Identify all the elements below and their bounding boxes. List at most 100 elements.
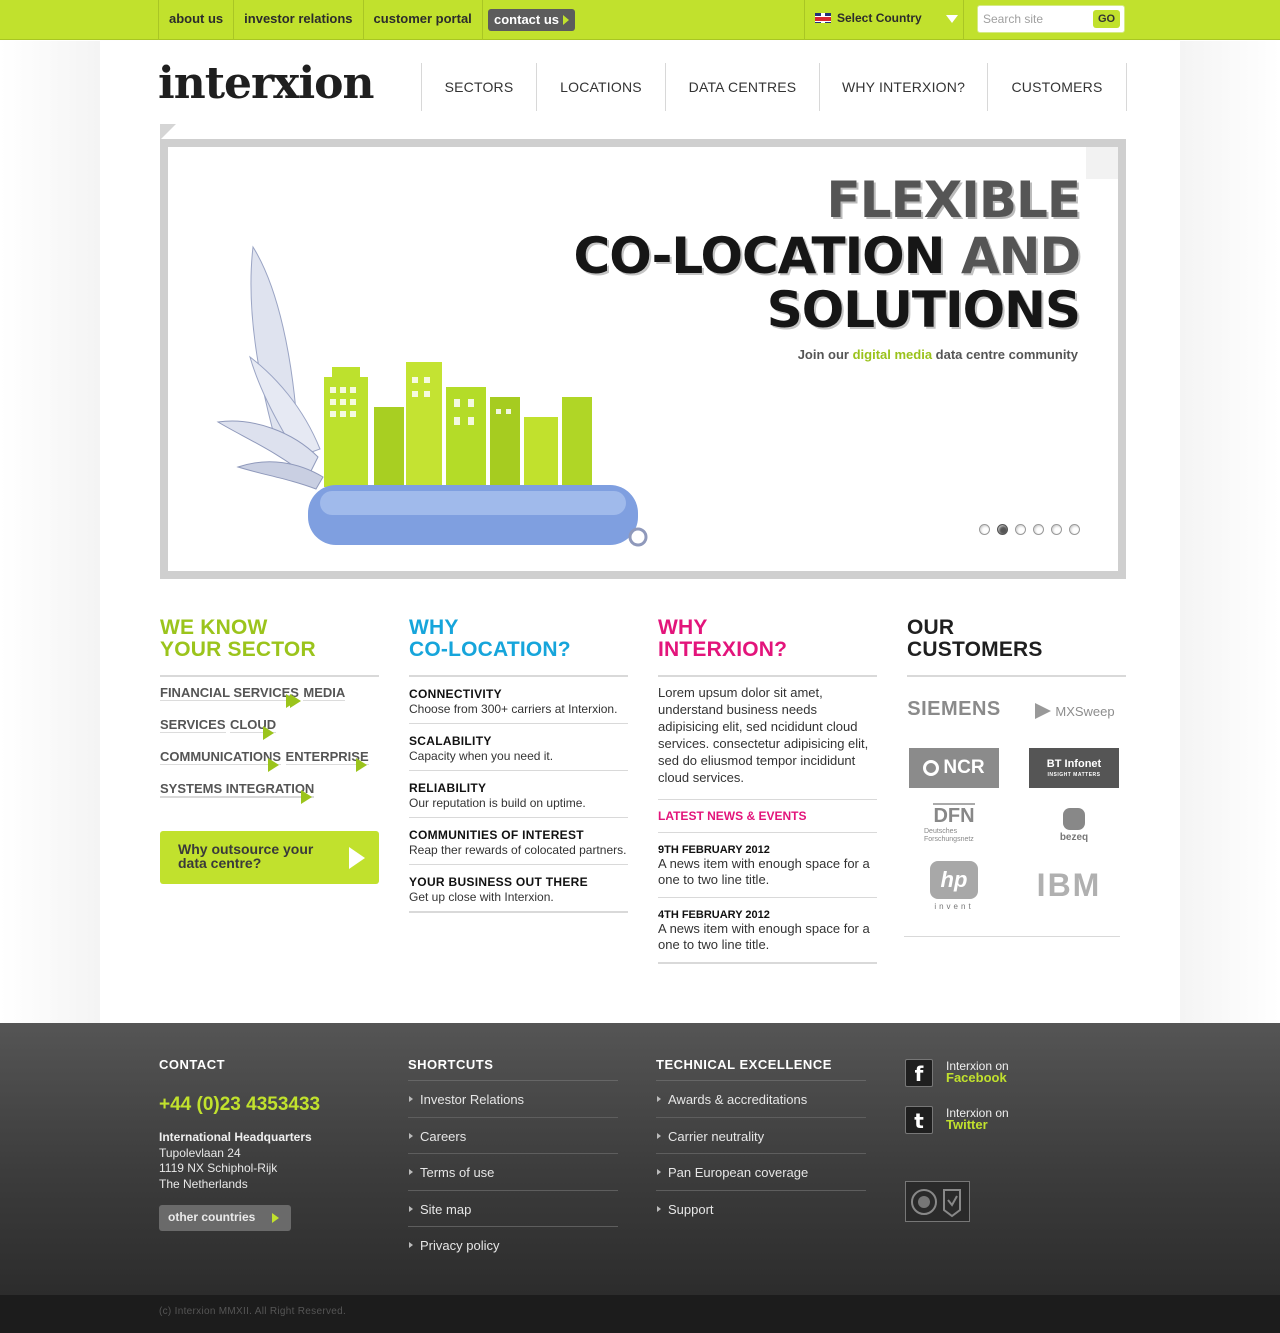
dfn-logo[interactable]: DFN Deutsches Forschungsnetz (909, 802, 999, 843)
bullet-icon (409, 1205, 413, 1212)
search-go-button[interactable]: GO (1093, 10, 1120, 28)
sector-item-systems-integration[interactable]: SYSTEMS INTEGRATION (160, 781, 315, 804)
siemens-logo[interactable]: SIEMENS (907, 695, 1000, 723)
nav-why-interxion[interactable]: WHY INTERXION? (819, 63, 987, 111)
about-us-link[interactable]: about us (158, 0, 233, 40)
hero-tab-decoration (160, 124, 176, 140)
footer-social: f Interxion on Facebook t Interxion on Twi… (905, 1059, 1125, 1153)
colocation-item[interactable]: YOUR BUSINESS OUT THERE Get up close wit… (409, 865, 628, 913)
ibm-logo[interactable]: IBM (1029, 867, 1109, 903)
nav-customers[interactable]: CUSTOMERS (987, 63, 1127, 111)
customer-logos: SIEMENS MXSweep NCR BT Infonet INSIGHT M… (904, 677, 1120, 937)
shortcut-link[interactable]: Careers (408, 1118, 618, 1155)
colocation-item-title: RELIABILITY (409, 781, 487, 795)
interxion-logo[interactable]: interxion (158, 58, 374, 109)
ncr-logo[interactable]: NCR (909, 748, 999, 788)
sector-heading-line-2: YOUR SECTOR (160, 638, 316, 661)
bezeq-logo[interactable]: bezeq (1049, 803, 1099, 847)
nav-data-centres[interactable]: DATA CENTRES (665, 63, 819, 111)
bullet-icon (409, 1096, 413, 1102)
technical-link[interactable]: Pan European coverage (656, 1154, 866, 1191)
sector-item-label: SYSTEMS INTEGRATION (160, 781, 315, 796)
technical-link[interactable]: Carrier neutrality (656, 1118, 866, 1155)
twitter-icon: t (905, 1106, 933, 1134)
shortcut-link[interactable]: Investor Relations (408, 1081, 618, 1118)
sector-item-communications[interactable]: COMMUNICATIONS (160, 749, 282, 772)
hp-logo[interactable]: hp invent (909, 860, 999, 912)
news-title: A news item with enough space for a one … (658, 921, 870, 952)
colocation-heading-line-2: CO-LOCATION? (409, 638, 571, 661)
hero-sub-highlight[interactable]: digital media (853, 347, 932, 362)
shortcut-link[interactable]: Site map (408, 1191, 618, 1228)
colocation-heading-line-1: WHY (409, 616, 459, 639)
twitter-link[interactable]: t Interxion on Twitter (905, 1106, 1125, 1153)
colocation-column: WHY CO-LOCATION? CONNECTIVITY Choose from… (409, 617, 628, 913)
colocation-item-title: YOUR BUSINESS OUT THERE (409, 875, 588, 889)
footer-phone[interactable]: +44 (0)23 4353433 (159, 1094, 369, 1116)
shortcut-link[interactable]: Privacy policy (408, 1227, 618, 1264)
arrow-right-icon (301, 790, 313, 804)
arrow-right-icon (263, 726, 275, 740)
twitter-name: Twitter (946, 1117, 988, 1132)
facebook-link[interactable]: f Interxion on Facebook (905, 1059, 1125, 1106)
footer-address-line: Tupolevlaan 24 (159, 1145, 241, 1160)
top-bar: about us investor relations customer por… (0, 0, 1280, 40)
page-side-right (1180, 41, 1280, 1023)
colocation-heading: WHY CO-LOCATION? (409, 617, 628, 677)
news-heading[interactable]: LATEST NEWS & EVENTS (658, 800, 877, 833)
shortcut-label: Privacy policy (420, 1238, 500, 1254)
colocation-item[interactable]: COMMUNITIES OF INTEREST Reap ther reward… (409, 818, 628, 865)
colocation-item[interactable]: RELIABILITY Our reputation is build on u… (409, 771, 628, 818)
slide-dot[interactable] (1033, 524, 1044, 535)
technical-link[interactable]: Awards & accreditations (656, 1081, 866, 1118)
hero-title-line-1: FLEXIBLE (826, 171, 1081, 229)
mxsweep-logo[interactable]: MXSweep (1030, 699, 1120, 723)
nav-sectors[interactable]: SECTORS (421, 63, 536, 111)
slide-dot[interactable] (1015, 524, 1026, 535)
page-side-left (0, 41, 100, 1023)
bezeq-mark-icon (1063, 807, 1085, 830)
footer-contact-heading: CONTACT (159, 1057, 226, 1072)
country-selector[interactable]: Select Country (804, 0, 964, 40)
certification-badge-icon (905, 1181, 970, 1222)
investor-relations-link[interactable]: investor relations (233, 0, 362, 40)
hero-title-line-2: CO-LOCATION AND (573, 227, 1082, 285)
shortcut-link[interactable]: Terms of use (408, 1154, 618, 1191)
hero-slide[interactable]: FLEXIBLE CO-LOCATION AND SOLUTIONS Join … (168, 147, 1118, 571)
why-outsource-button[interactable]: Why outsource your data centre? (160, 831, 379, 884)
technical-label: Awards & accreditations (668, 1092, 808, 1107)
slide-dot[interactable] (979, 524, 990, 535)
news-date: 4TH FEBRUARY 2012 (658, 909, 770, 921)
slide-dot[interactable] (997, 524, 1008, 535)
hero-sub-post: data centre community (932, 347, 1078, 362)
hero-sub-pre: Join our (797, 347, 853, 362)
news-item[interactable]: 9TH FEBRUARY 2012 A news item with enoug… (658, 833, 877, 898)
other-countries-button[interactable]: other countries (159, 1205, 291, 1231)
technical-link[interactable]: Support (656, 1191, 866, 1228)
contact-us-button[interactable]: contact us (488, 9, 575, 31)
search-input[interactable] (983, 11, 1088, 27)
colocation-item-text: Choose from 300+ carriers at Interxion. (409, 702, 618, 716)
sector-item-financial-services[interactable]: FINANCIAL SERVICES (160, 685, 299, 708)
colocation-item[interactable]: SCALABILITY Capacity when you need it. (409, 724, 628, 771)
mxsweep-mark-icon (1035, 703, 1052, 719)
sector-item-enterprise[interactable]: ENTERPRISE (285, 749, 369, 772)
colocation-item-title: COMMUNITIES OF INTEREST (409, 828, 584, 842)
sector-item-cloud[interactable]: CLOUD (229, 717, 277, 740)
arrow-right-icon (349, 847, 365, 869)
footer-shortcuts-heading: SHORTCUTS (408, 1057, 494, 1072)
customer-portal-link[interactable]: customer portal (362, 0, 483, 40)
colocation-list: CONNECTIVITY Choose from 300+ carriers a… (409, 677, 628, 913)
news-item[interactable]: 4TH FEBRUARY 2012 A news item with enoug… (658, 898, 877, 964)
bt-infonet-logo[interactable]: BT Infonet INSIGHT MATTERS (1029, 748, 1119, 788)
sector-column: WE KNOW YOUR SECTOR FINANCIAL SERVICES ME… (160, 617, 379, 884)
hero-title-colocation: CO-LOCATION (573, 227, 961, 285)
why-outsource-line-2: data centre? (178, 855, 262, 871)
bt-label: BT (1046, 758, 1062, 770)
slide-dot[interactable] (1051, 524, 1062, 535)
colocation-item[interactable]: CONNECTIVITY Choose from 300+ carriers a… (409, 677, 628, 724)
nav-locations[interactable]: LOCATIONS (536, 63, 665, 111)
bullet-icon (657, 1132, 661, 1139)
slide-dot[interactable] (1069, 524, 1080, 535)
technical-label: Pan European coverage (668, 1165, 809, 1181)
